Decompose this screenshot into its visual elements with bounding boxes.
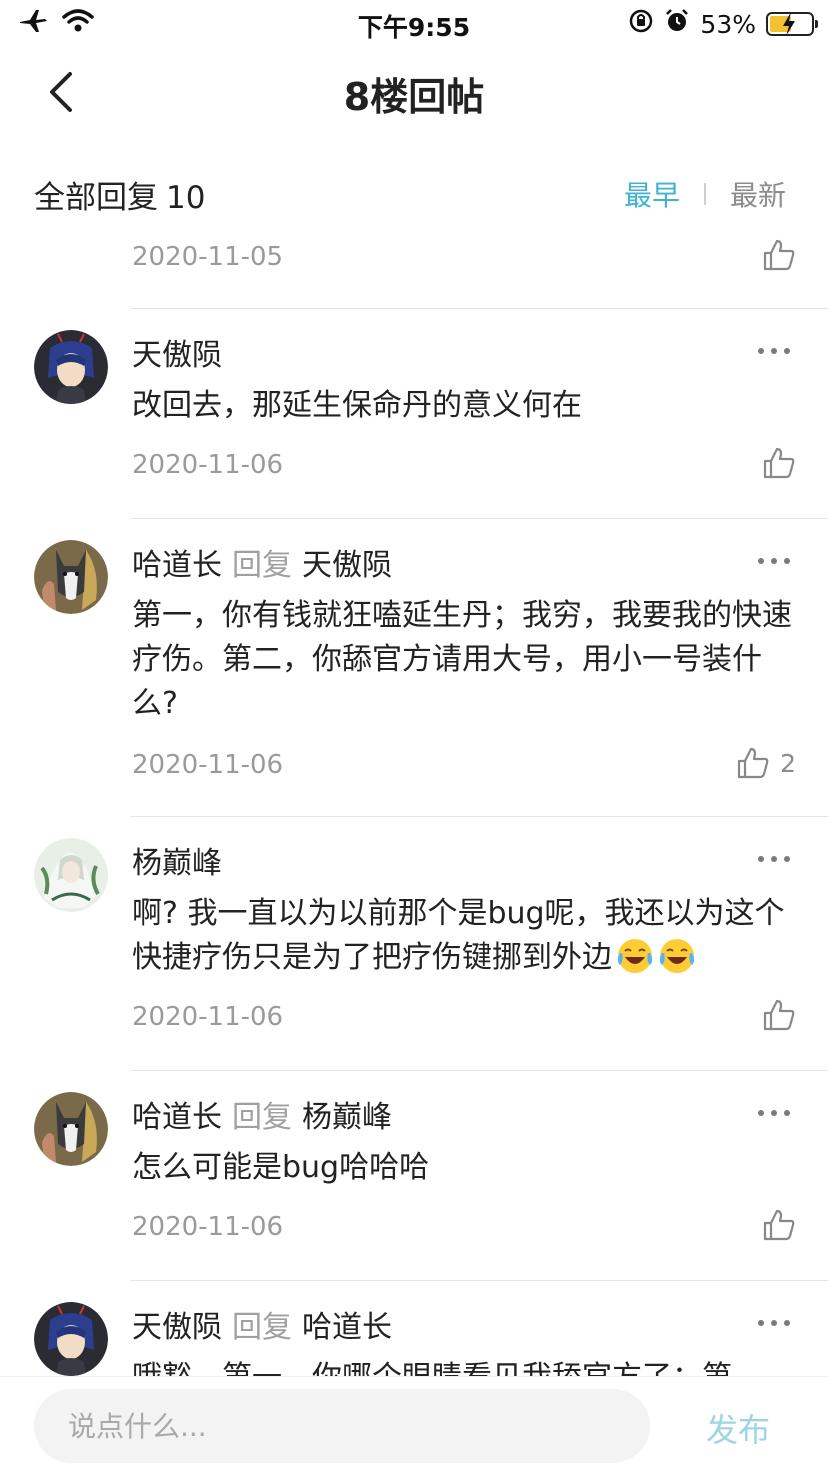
comment-author[interactable]: 杨巅峰 bbox=[132, 846, 222, 881]
reply-target[interactable]: 天傲陨 bbox=[302, 548, 392, 583]
divider bbox=[130, 518, 828, 519]
like-button[interactable] bbox=[762, 238, 796, 272]
sort-earliest-button[interactable]: 最早 bbox=[624, 174, 680, 214]
divider bbox=[130, 1070, 828, 1071]
reply-word: 回复 bbox=[232, 1310, 292, 1345]
divider bbox=[130, 1280, 828, 1281]
rotation-lock-icon bbox=[628, 8, 654, 40]
nav-bar: 8楼回帖 bbox=[0, 46, 828, 138]
more-options-icon[interactable] bbox=[758, 346, 790, 356]
comment-content: 啊? 我一直以为以前那个是bug呢，我还以为这个快捷疗伤只是为了把疗伤键挪到外边 bbox=[132, 892, 796, 980]
thumbs-up-icon bbox=[763, 999, 795, 1031]
avatar[interactable] bbox=[34, 540, 108, 614]
battery-icon bbox=[766, 12, 818, 36]
more-options-icon[interactable] bbox=[758, 1318, 790, 1328]
reply-count: 10 bbox=[166, 180, 206, 216]
comment-author-line: 哈道长 回复 天傲陨 bbox=[132, 540, 392, 584]
status-bar: 下午9:55 53% bbox=[0, 0, 828, 46]
avatar[interactable] bbox=[34, 1302, 108, 1376]
comment-content: 第一，你有钱就狂嗑延生丹；我穷，我要我的快速疗伤。第二，你舔官方请用大号，用小一… bbox=[132, 598, 792, 721]
comment-author-line: 哈道长 回复 杨巅峰 bbox=[132, 1092, 392, 1136]
divider bbox=[130, 816, 828, 817]
comment-content: 改回去，那延生保命丹的意义何在 bbox=[132, 388, 582, 423]
like-button[interactable] bbox=[762, 998, 796, 1032]
comment-author[interactable]: 天傲陨 bbox=[132, 1310, 222, 1345]
comment-author[interactable]: 哈道长 bbox=[132, 1100, 222, 1135]
like-count: 2 bbox=[780, 748, 796, 778]
comment-author[interactable]: 哈道长 bbox=[132, 548, 222, 583]
comment-author-line: 天傲陨 回复 哈道长 bbox=[132, 1302, 392, 1346]
comment-date: 2020-11-06 bbox=[132, 1002, 284, 1032]
more-options-icon[interactable] bbox=[758, 854, 790, 864]
reply-header: 全部回复 10 最早 最新 bbox=[34, 166, 786, 216]
thumbs-up-icon bbox=[737, 747, 769, 779]
publish-button[interactable]: 发布 bbox=[706, 1405, 770, 1451]
reply-detail-page: 下午9:55 53% 8楼回帖 全部回复 10 最早 最新 2020-11-05… bbox=[0, 0, 828, 1473]
comment-date: 2020-11-06 bbox=[132, 750, 284, 780]
comment-input-bar: 发布 bbox=[0, 1376, 828, 1473]
all-replies-label: 全部回复 bbox=[34, 180, 158, 216]
comment-author-line: 杨巅峰 bbox=[132, 838, 222, 882]
reply-word: 回复 bbox=[232, 1100, 292, 1135]
comment-input[interactable] bbox=[34, 1389, 650, 1463]
comment-date: 2020-11-06 bbox=[132, 1212, 284, 1242]
reply-target[interactable]: 哈道长 bbox=[302, 1310, 392, 1345]
more-options-icon[interactable] bbox=[758, 1108, 790, 1118]
like-button[interactable] bbox=[762, 446, 796, 480]
like-button[interactable]: 2 bbox=[736, 746, 796, 780]
comment-content: 怎么可能是bug哈哈哈 bbox=[132, 1150, 430, 1185]
avatar[interactable] bbox=[34, 330, 108, 404]
status-right: 53% bbox=[628, 8, 818, 40]
sort-divider bbox=[703, 183, 706, 205]
thumbs-up-icon bbox=[763, 1209, 795, 1241]
divider bbox=[130, 308, 828, 309]
more-options-icon[interactable] bbox=[758, 556, 790, 566]
reply-word: 回复 bbox=[232, 548, 292, 583]
battery-percent: 53% bbox=[700, 9, 756, 39]
reply-count-label: 全部回复 10 bbox=[34, 172, 205, 217]
tears-of-joy-emoji-icon bbox=[616, 937, 654, 975]
sort-toggle: 最早 最新 bbox=[624, 174, 786, 214]
comment-date: 2020-11-06 bbox=[132, 450, 284, 480]
comment-author-line: 天傲陨 bbox=[132, 330, 222, 374]
like-button[interactable] bbox=[762, 1208, 796, 1242]
avatar[interactable] bbox=[34, 838, 108, 912]
tears-of-joy-emoji-icon bbox=[658, 937, 696, 975]
avatar[interactable] bbox=[34, 1092, 108, 1166]
thumbs-up-icon bbox=[763, 447, 795, 479]
page-title: 8楼回帖 bbox=[343, 75, 485, 119]
comment-author[interactable]: 天傲陨 bbox=[132, 338, 222, 373]
sort-latest-button[interactable]: 最新 bbox=[730, 174, 786, 214]
alarm-icon bbox=[664, 8, 690, 40]
thumbs-up-icon bbox=[763, 239, 795, 271]
reply-target[interactable]: 杨巅峰 bbox=[302, 1100, 392, 1135]
comment-date: 2020-11-05 bbox=[132, 242, 284, 272]
